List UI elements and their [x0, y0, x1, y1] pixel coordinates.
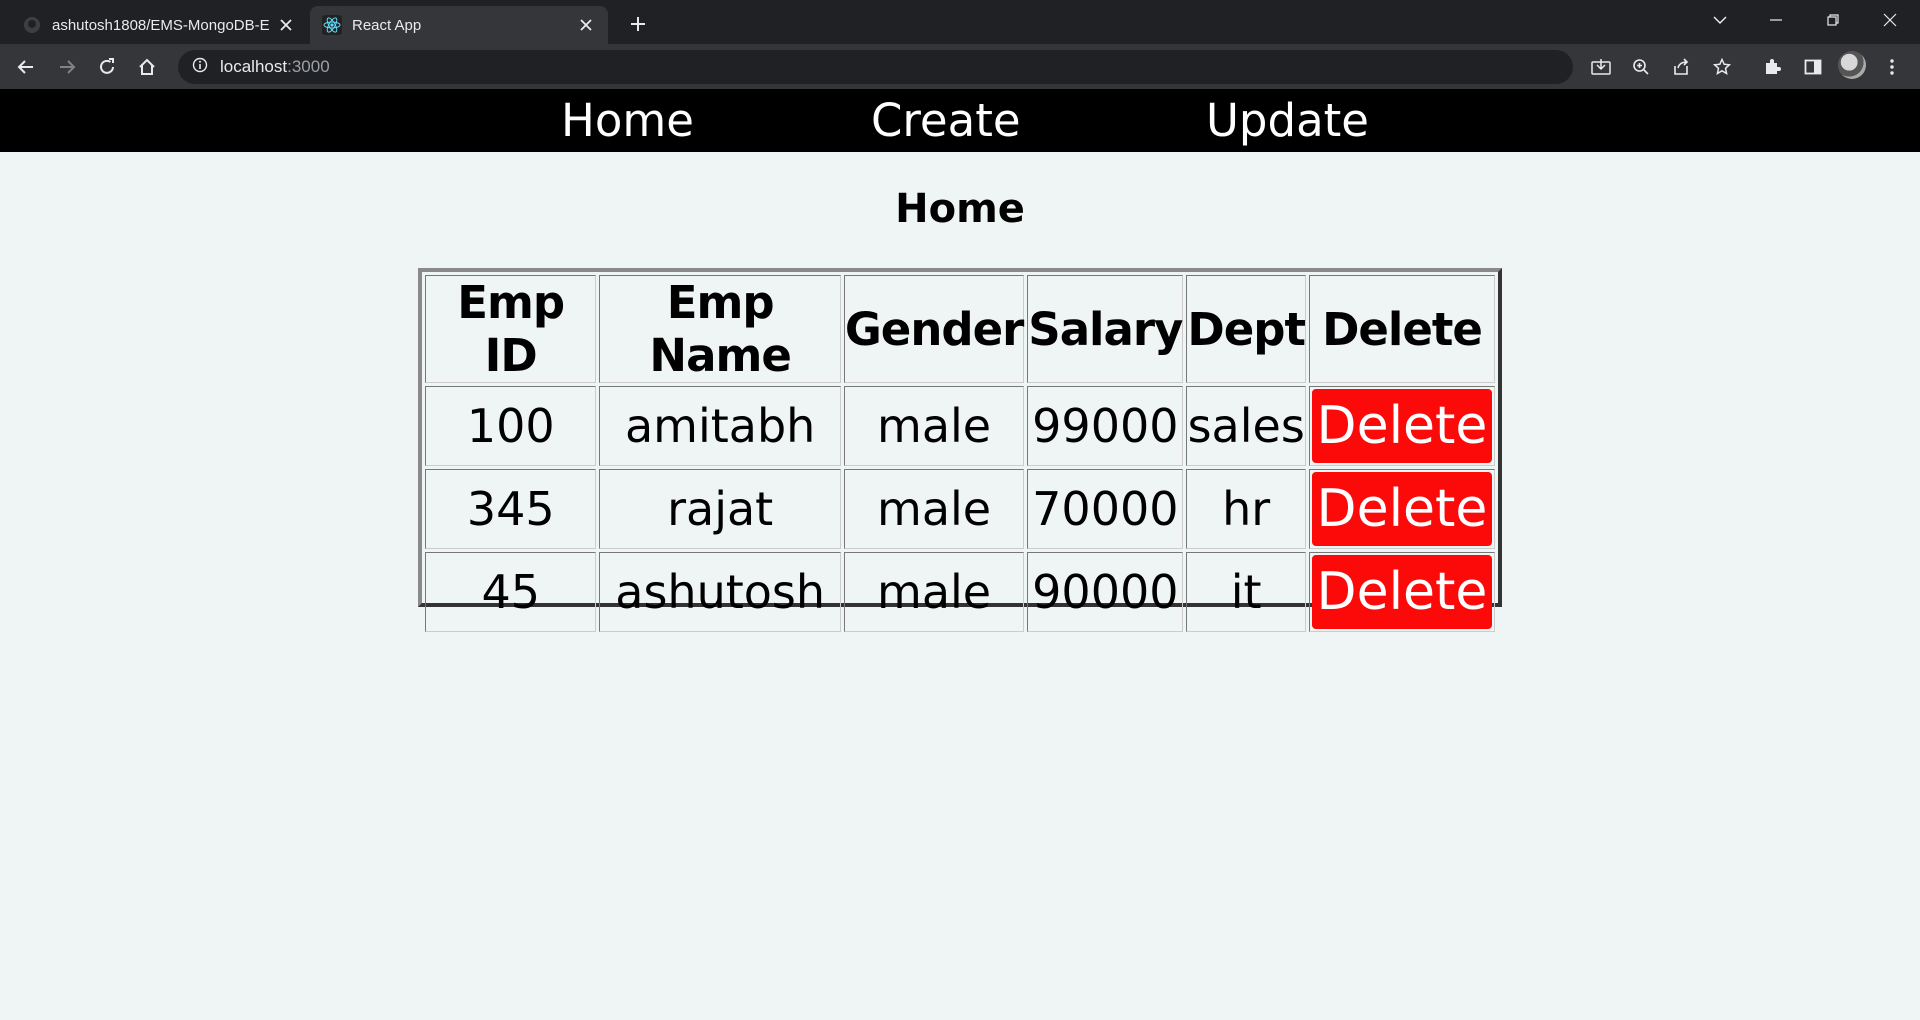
delete-button[interactable]: Delete [1311, 389, 1492, 463]
cell-gender: male [843, 469, 1025, 549]
menu-icon[interactable] [1876, 51, 1908, 83]
table-row: 345 rajat male 70000 hr Delete [425, 469, 1495, 549]
extensions-icon[interactable] [1756, 51, 1788, 83]
restore-icon[interactable] [1805, 0, 1861, 40]
reload-icon[interactable] [91, 51, 123, 83]
cell-emp-id: 345 [425, 469, 597, 549]
cell-emp-name: ashutosh [599, 552, 841, 632]
browser-tab-strip: ashutosh1808/EMS-MongoDB-E React App [0, 0, 1920, 44]
employee-table: Emp ID Emp Name Gender Salary Dept Delet… [418, 268, 1502, 632]
site-info-icon[interactable] [192, 57, 208, 77]
nav-link-home[interactable]: Home [561, 95, 694, 147]
cell-dept: hr [1186, 469, 1306, 549]
table-row: 100 amitabh male 99000 sales Delete [425, 386, 1495, 466]
address-bar[interactable]: localhost:3000 [178, 50, 1573, 84]
page-title: Home [895, 186, 1025, 232]
cell-salary: 70000 [1027, 469, 1184, 549]
app-navbar: Home Create Update [0, 89, 1920, 152]
header-gender: Gender [843, 275, 1024, 383]
install-app-icon[interactable] [1586, 52, 1616, 82]
tab-title: React App [352, 16, 422, 34]
close-window-icon[interactable] [1862, 0, 1918, 40]
browser-toolbar: localhost:3000 [0, 44, 1920, 89]
forward-icon[interactable] [51, 51, 83, 83]
cell-delete: Delete [1308, 469, 1495, 549]
tab-github[interactable]: ashutosh1808/EMS-MongoDB-E [10, 6, 308, 44]
profile-avatar[interactable] [1838, 51, 1866, 79]
header-dept: Dept [1186, 275, 1306, 383]
delete-button[interactable]: Delete [1311, 555, 1492, 629]
header-emp-id: Emp ID [425, 275, 597, 383]
cell-dept: it [1186, 552, 1306, 632]
header-salary: Salary [1027, 275, 1183, 383]
cell-delete: Delete [1308, 552, 1495, 632]
cell-emp-name: rajat [599, 469, 841, 549]
tab-react-app[interactable]: React App [310, 6, 608, 44]
delete-button[interactable]: Delete [1311, 472, 1492, 546]
url-host: localhost [220, 57, 288, 76]
url-text: localhost:3000 [220, 57, 330, 77]
tab-search-icon[interactable] [1692, 0, 1748, 40]
nav-link-create[interactable]: Create [871, 95, 1021, 147]
zoom-icon[interactable] [1626, 52, 1656, 82]
header-delete: Delete [1308, 275, 1495, 383]
cell-salary: 99000 [1027, 386, 1184, 466]
cell-dept: sales [1186, 386, 1306, 466]
url-port: :3000 [287, 57, 330, 76]
table-header-row: Emp ID Emp Name Gender Salary Dept Delet… [425, 275, 1495, 383]
cell-salary: 90000 [1027, 552, 1184, 632]
cell-delete: Delete [1308, 386, 1495, 466]
cell-gender: male [843, 386, 1025, 466]
github-icon [22, 15, 42, 35]
side-panel-icon[interactable] [1797, 51, 1829, 83]
share-icon[interactable] [1666, 52, 1696, 82]
close-icon[interactable] [576, 15, 596, 35]
back-icon[interactable] [10, 51, 42, 83]
table-row: 45 ashutosh male 90000 it Delete [425, 552, 1495, 632]
cell-emp-id: 100 [425, 386, 597, 466]
header-emp-name: Emp Name [599, 275, 841, 383]
minimize-icon[interactable] [1748, 0, 1804, 40]
home-icon[interactable] [131, 51, 163, 83]
nav-link-update[interactable]: Update [1206, 95, 1369, 147]
tab-title: ashutosh1808/EMS-MongoDB-E [52, 16, 270, 34]
cell-emp-id: 45 [425, 552, 597, 632]
new-tab-button[interactable] [622, 8, 654, 40]
cell-gender: male [843, 552, 1025, 632]
cell-emp-name: amitabh [599, 386, 841, 466]
bookmark-star-icon[interactable] [1707, 52, 1737, 82]
close-icon[interactable] [276, 15, 296, 35]
react-icon [322, 15, 342, 35]
